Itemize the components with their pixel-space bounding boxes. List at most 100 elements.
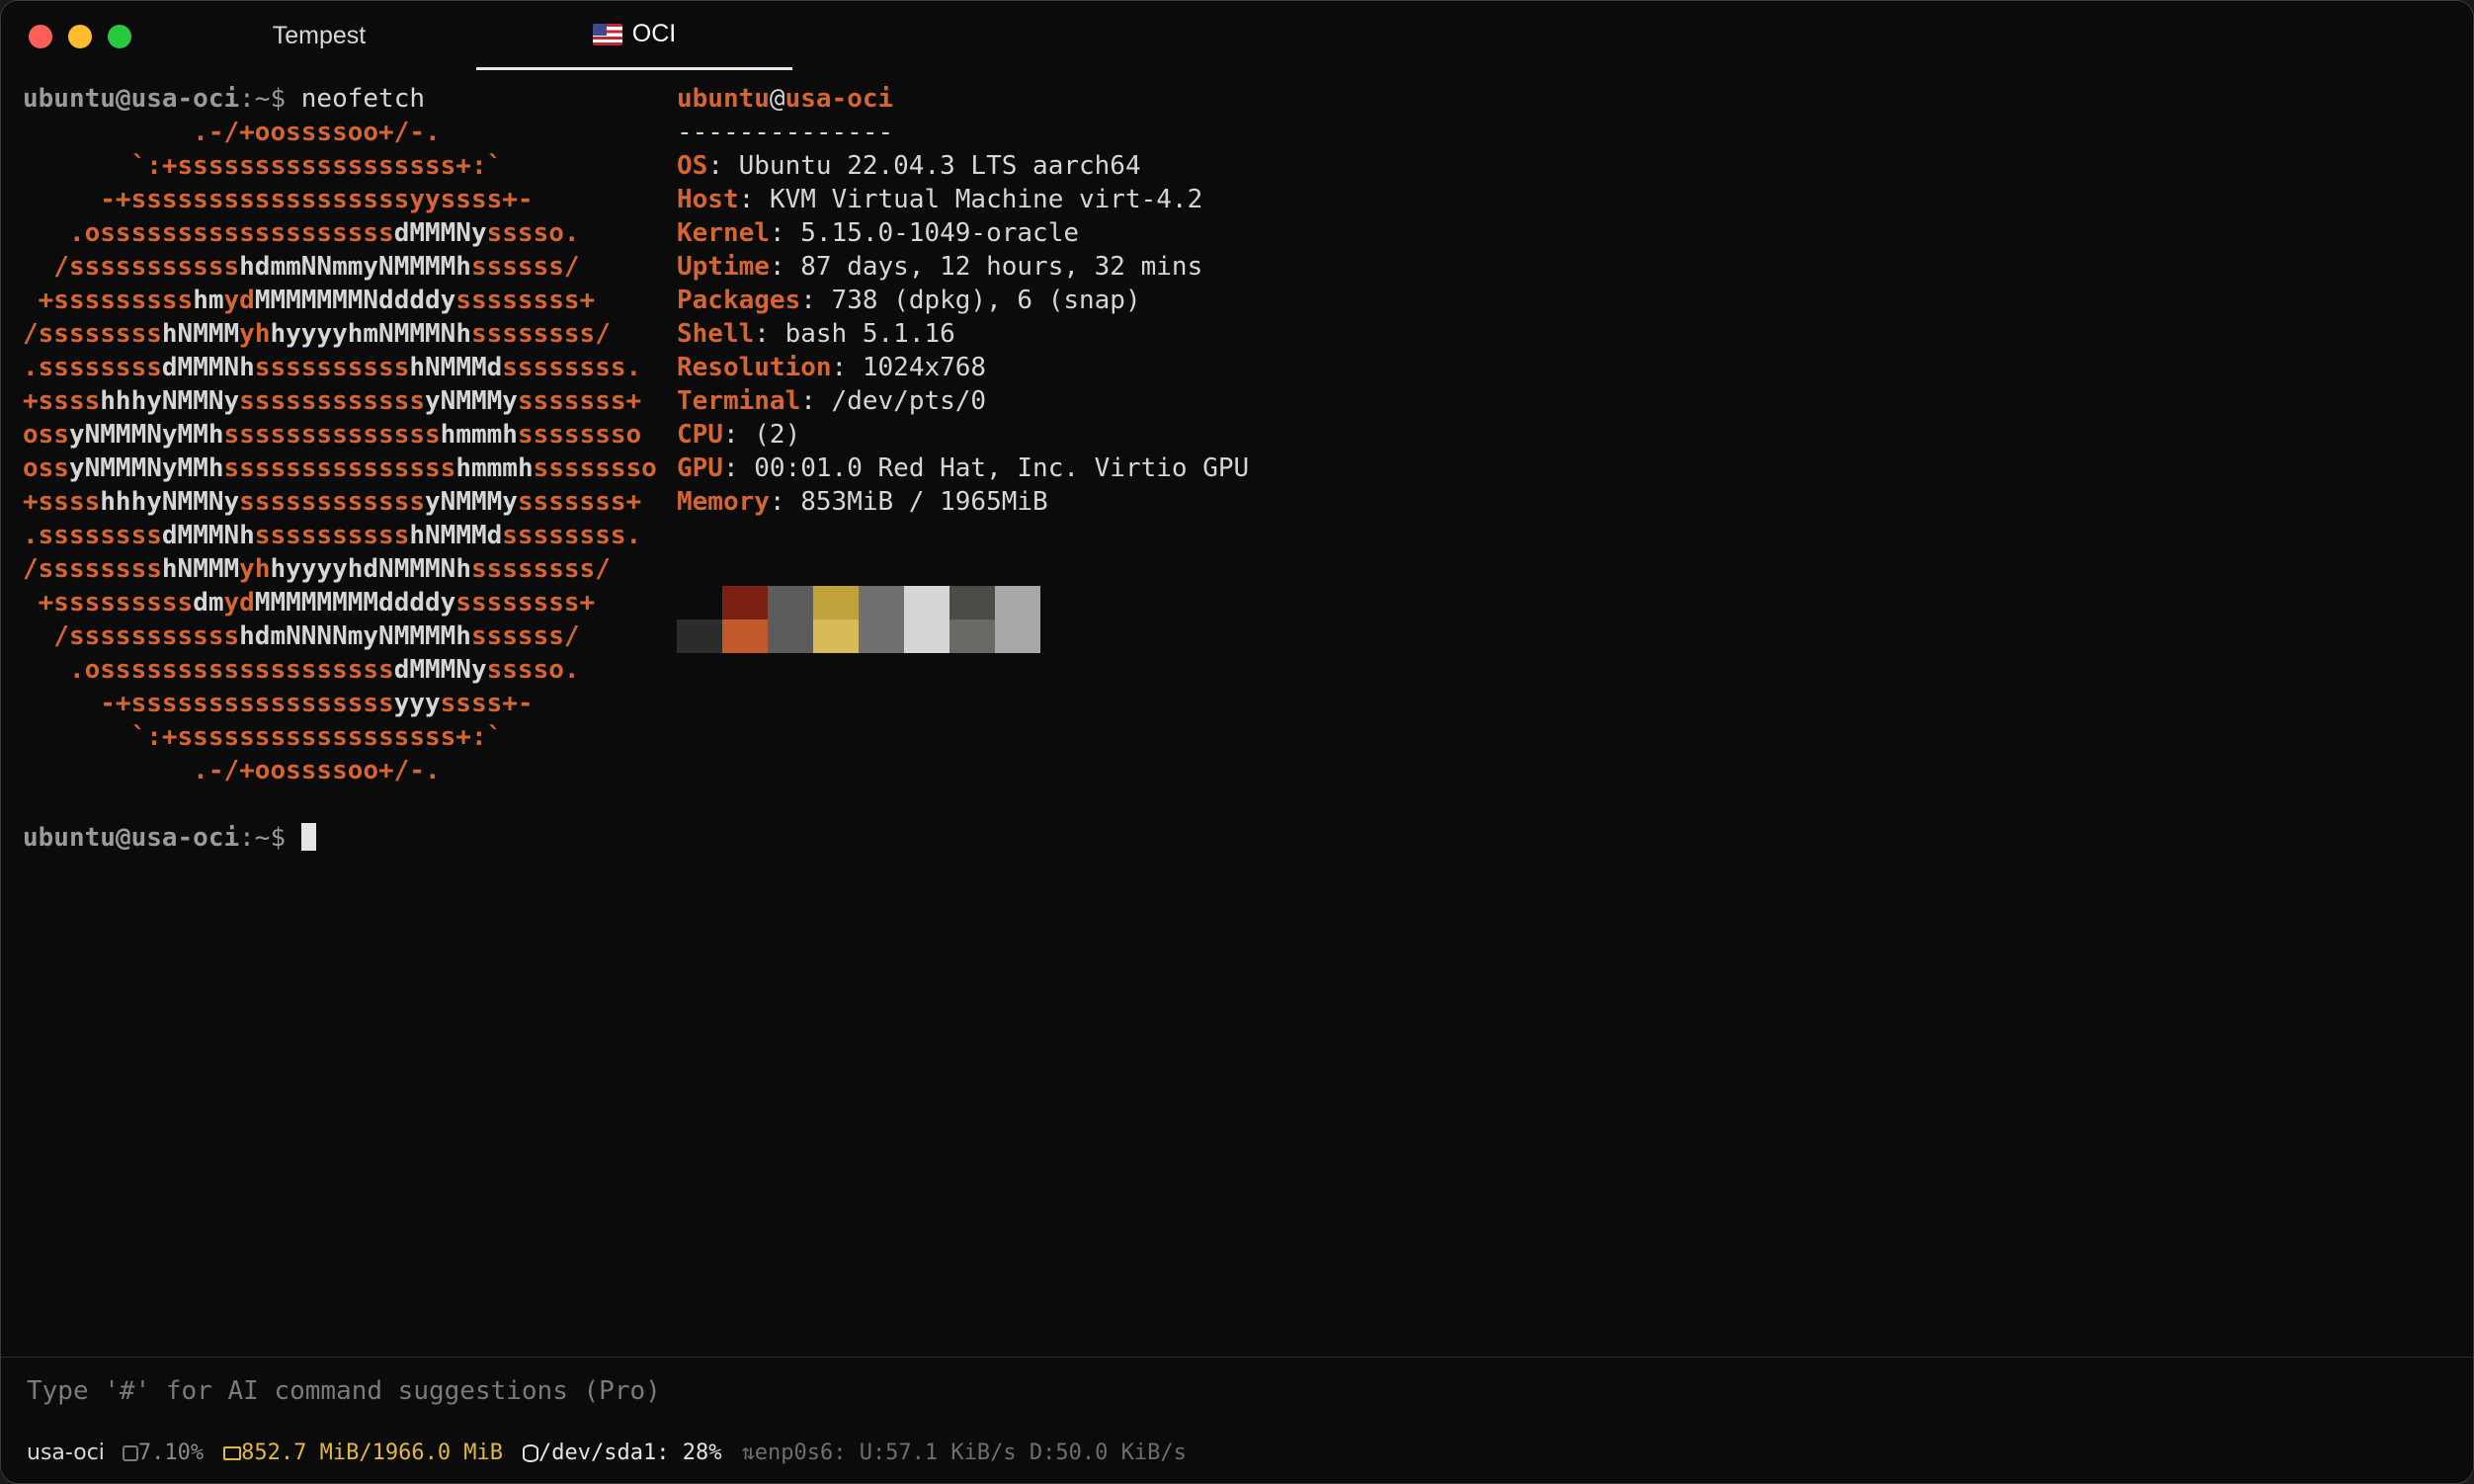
logo-segment: /sssssssssss <box>23 252 240 282</box>
color-swatch <box>949 619 995 653</box>
info-key: Memory <box>677 487 770 517</box>
color-swatch <box>813 586 859 619</box>
logo-line: `:+ssssssssssssssssss+:` <box>23 720 503 754</box>
tab-label: Tempest <box>272 21 367 49</box>
info-title: ubuntu@usa-oci <box>677 82 893 116</box>
color-swatch <box>859 586 904 619</box>
terminal-window: Tempest OCI ubuntu@usa-oci:~$ neofetch .… <box>0 0 2474 1484</box>
logo-segment: ssssssssss <box>254 353 410 382</box>
logo-line: -+sssssssssssssssssyyyssss+- <box>23 687 533 720</box>
logo-segment: yNMMMy <box>425 487 518 517</box>
logo-segment: .ssssssss <box>23 521 162 550</box>
logo-segment: -+sssssssssssssssss <box>23 689 394 718</box>
info-field: Packages: 738 (dpkg), 6 (snap) <box>677 286 1141 315</box>
network-icon: ⇅ <box>741 1441 755 1465</box>
info-field: Memory: 853MiB / 1965MiB <box>677 487 1048 517</box>
logo-segment: sssso. <box>486 655 580 685</box>
info-key: Uptime <box>677 252 770 282</box>
logo-segment: /ssssssss <box>23 319 162 349</box>
info-field: CPU: (2) <box>677 420 801 450</box>
info-key: Shell <box>677 319 755 349</box>
logo-segment: ssssssssss <box>254 521 410 550</box>
logo-segment: /ssssssss <box>23 554 162 584</box>
logo-segment: -+ssssssssssssssssssyyssss+- <box>23 185 534 214</box>
info-field: Kernel: 5.15.0-1049-oracle <box>677 218 1079 248</box>
logo-segment: ssssssso <box>517 420 642 450</box>
logo-segment: .osssssssssssssssssss <box>23 218 394 248</box>
maximize-window-button[interactable] <box>108 25 131 48</box>
logo-segment: .osssssssssssssssssss <box>23 655 394 685</box>
logo-segment: yNMMMNyMMh <box>68 453 224 483</box>
status-disk: /dev/sda1: 28% <box>538 1441 722 1465</box>
logo-segment: ssssss/ <box>470 252 580 282</box>
info-key: OS <box>677 151 708 181</box>
color-swatch <box>722 619 768 653</box>
logo-segment: dMMMNh <box>161 353 255 382</box>
logo-segment: yNMMMNyMMh <box>68 420 224 450</box>
logo-line: .ssssssssdMMMNhsssssssssshNMMMdssssssss. <box>23 519 641 552</box>
color-swatch <box>904 619 949 653</box>
color-swatch <box>995 586 1040 619</box>
logo-segment: ssssssss. <box>502 521 642 550</box>
logo-line: +sssshhhyNMMNyssssssssssssyNMMMysssssss+ <box>23 384 641 418</box>
logo-segment: yNMMMy <box>425 386 518 416</box>
logo-segment: oss <box>23 420 69 450</box>
info-value: 00:01.0 Red Hat, Inc. Virtio GPU <box>754 453 1250 483</box>
title-bar: Tempest OCI <box>1 1 2473 70</box>
info-key: Resolution <box>677 353 832 382</box>
logo-line: -+ssssssssssssssssssyyssss+- <box>23 183 534 216</box>
info-value: 87 days, 12 hours, 32 mins <box>800 252 1203 282</box>
color-swatch <box>722 586 768 619</box>
logo-line: /ssssssssssshdmNNNNmyNMMMMhssssss/ <box>23 619 580 653</box>
logo-line: .osssssssssssssssssssdMMMNysssso. <box>23 653 580 687</box>
info-key: Host <box>677 185 739 214</box>
logo-line: +sssshhhyNMMNyssssssssssssyNMMMysssssss+ <box>23 485 641 519</box>
info-value: Ubuntu 22.04.3 LTS aarch64 <box>738 151 1141 181</box>
tab-label: OCI <box>631 20 677 47</box>
logo-segment: /sssssssssss <box>23 621 240 651</box>
info-value: KVM Virtual Machine virt-4.2 <box>769 185 1203 214</box>
info-value: (2) <box>754 420 801 450</box>
input-divider <box>1 1357 2473 1358</box>
logo-segment: sssssssssssssss <box>223 453 456 483</box>
logo-segment: dMMMNh <box>161 521 255 550</box>
status-memory: 852.7 MiB/1966.0 MiB <box>241 1441 504 1465</box>
logo-segment: dMMMNy <box>393 655 487 685</box>
color-swatch <box>768 586 813 619</box>
logo-segment: yyy <box>393 689 441 718</box>
logo-line: /sssssssshNMMMyhhyyyyhmNMMMNhssssssss/ <box>23 317 611 351</box>
command-input[interactable]: Type '#' for AI command suggestions (Pro… <box>27 1376 661 1406</box>
tab-oci[interactable]: OCI <box>476 1 792 70</box>
logo-line: /ssssssssssshdmmNNmmyNMMMMhssssss/ <box>23 250 580 284</box>
info-value: 738 (dpkg), 6 (snap) <box>831 286 1141 315</box>
info-key: Terminal <box>677 386 801 416</box>
info-value: /dev/pts/0 <box>831 386 987 416</box>
logo-segment: MMMMMMMNddddy <box>254 286 456 315</box>
info-key: CPU <box>677 420 723 450</box>
logo-line: /sssssssshNMMMyhhyyyyhdNMMMNhssssssss/ <box>23 552 611 586</box>
logo-segment: ssssssss+ <box>455 286 596 315</box>
logo-segment: .-/+oossssoo+/-. <box>23 756 441 785</box>
status-network: enp0s6: U:57.1 KiB/s D:50.0 KiB/s <box>754 1441 1187 1465</box>
close-window-button[interactable] <box>29 25 52 48</box>
us-flag-icon <box>592 23 622 45</box>
logo-segment: +sssssssss <box>23 588 194 618</box>
tab-tempest[interactable]: Tempest <box>161 1 477 70</box>
logo-segment: hhhyNMMNy <box>100 487 240 517</box>
logo-segment: hdmNNNNmyNMMMMh <box>239 621 471 651</box>
logo-line: +sssssssssdmydMMMMMMMMddddyssssssss+ <box>23 586 596 619</box>
info-separator: -------------- <box>677 118 894 147</box>
logo-segment: hNMMM <box>161 554 240 584</box>
logo-segment: yd <box>223 286 255 315</box>
logo-line: .-/+oossssoo+/-. <box>23 116 440 149</box>
logo-segment: hhhyNMMNy <box>100 386 240 416</box>
color-swatch <box>859 619 904 653</box>
logo-segment: MMMMMMMMddddy <box>254 588 456 618</box>
logo-segment: ssssss/ <box>470 621 580 651</box>
minimize-window-button[interactable] <box>68 25 92 48</box>
logo-segment: hmmmh <box>440 420 518 450</box>
logo-segment: hNMMMd <box>409 353 503 382</box>
text-cursor <box>300 823 316 851</box>
logo-segment: sssssss+ <box>517 386 642 416</box>
color-swatch <box>677 586 722 619</box>
